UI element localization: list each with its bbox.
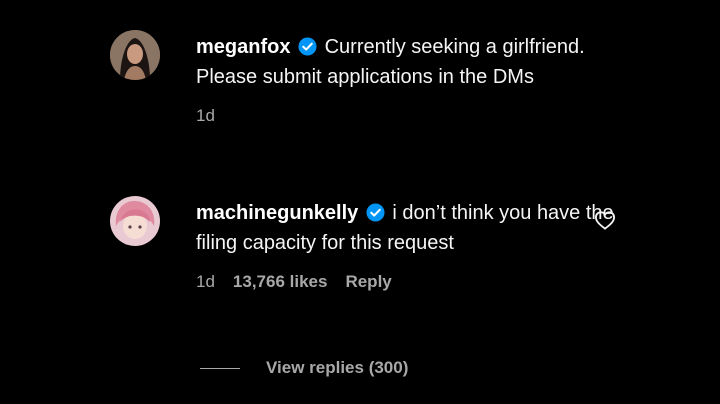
view-replies-button[interactable]: View replies (300) (200, 358, 408, 378)
reply-button[interactable]: Reply (345, 272, 391, 292)
comment-body: meganfox Currently seeking a girlfriend.… (196, 32, 616, 126)
username-meganfox[interactable]: meganfox (196, 36, 290, 58)
comment-body: machinegunkelly i don’t think you have t… (196, 198, 616, 292)
comment-text-line: meganfox Currently seeking a girlfriend.… (196, 32, 616, 92)
comment-text-line: machinegunkelly i don’t think you have t… (196, 198, 616, 258)
comment-timestamp[interactable]: 1d (196, 272, 215, 292)
avatar-meganfox[interactable] (110, 30, 160, 80)
comment-timestamp[interactable]: 1d (196, 106, 215, 126)
view-replies-label: View replies (300) (266, 358, 409, 377)
verified-badge-icon (366, 203, 385, 222)
heart-outline-icon[interactable] (594, 210, 616, 230)
verified-badge-icon (298, 37, 317, 56)
comment-meta: 1d (196, 106, 616, 126)
comment-meta: 1d 13,766 likes Reply (196, 272, 616, 292)
username-machinegunkelly[interactable]: machinegunkelly (196, 202, 358, 224)
divider-line (200, 367, 240, 369)
likes-count[interactable]: 13,766 likes (233, 272, 328, 292)
avatar-machinegunkelly[interactable] (110, 196, 160, 246)
